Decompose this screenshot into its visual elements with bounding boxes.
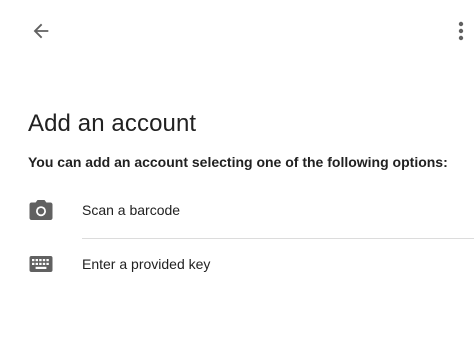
back-button[interactable] [24,14,58,48]
page-title: Add an account [28,110,197,137]
instructions-text: You can add an account selecting one of … [28,154,448,170]
camera-icon [28,197,54,223]
app-bar [0,0,474,60]
arrow-left-icon [33,23,49,39]
overflow-menu-button[interactable] [448,14,474,48]
keyboard-icon [28,251,54,277]
enter-key-option[interactable]: Enter a provided key [0,238,474,292]
enter-key-label: Enter a provided key [82,256,211,272]
option-list: Scan a barcode Enter a provided key [0,184,474,292]
scan-barcode-option[interactable]: Scan a barcode [0,184,474,238]
scan-barcode-label: Scan a barcode [82,202,181,218]
more-vert-icon [458,21,464,41]
